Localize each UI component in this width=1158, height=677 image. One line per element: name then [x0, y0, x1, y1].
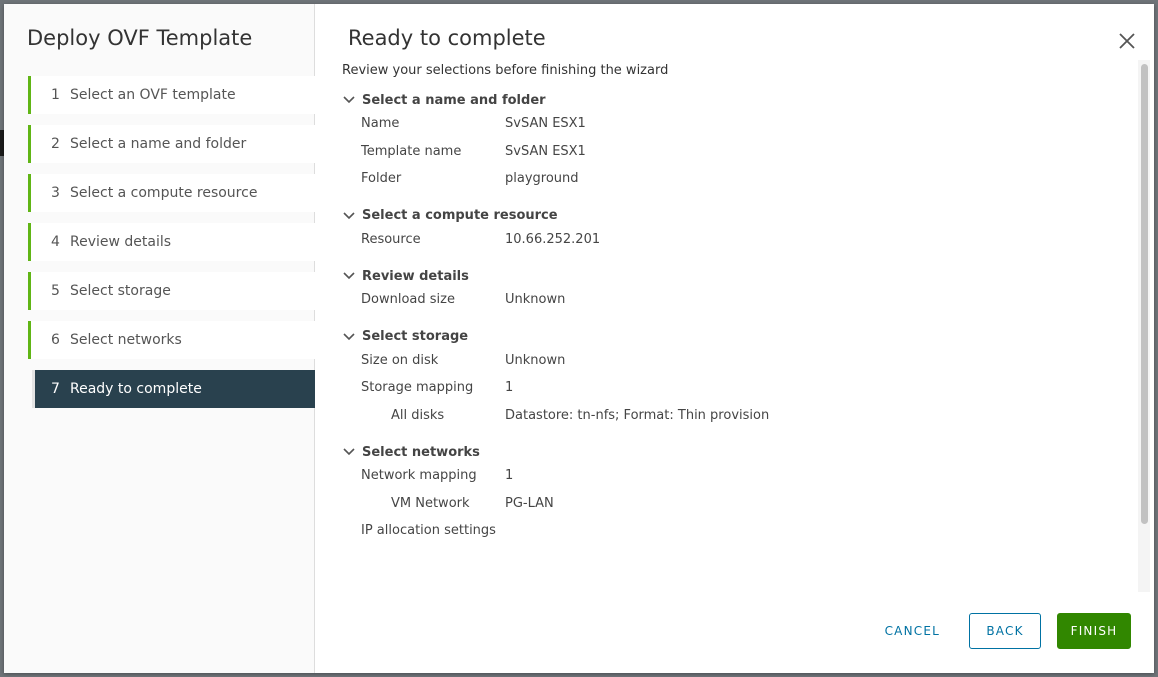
step-label: Select an OVF template — [70, 87, 236, 103]
section-header[interactable]: Select a name and folder — [342, 90, 1136, 110]
section-title: Select networks — [362, 444, 480, 460]
wizard-step-4[interactable]: 4 Review details — [28, 223, 315, 261]
row-value: playground — [505, 171, 579, 187]
summary-row: Storage mapping 1 — [342, 374, 1136, 402]
step-label: Select storage — [70, 283, 171, 299]
summary-row: Template name SvSAN ESX1 — [342, 138, 1136, 166]
wizard-footer: CANCEL BACK FINISH — [856, 613, 1131, 649]
summary-section: Select a name and folder Name SvSAN ESX1… — [342, 90, 1136, 193]
summary-section: Select networks Network mapping 1 VM Net… — [342, 442, 1136, 545]
cancel-button[interactable]: CANCEL — [872, 613, 953, 649]
row-key: Download size — [361, 292, 455, 308]
row-key: Folder — [361, 171, 402, 187]
wizard-step-3[interactable]: 3 Select a compute resource — [28, 174, 315, 212]
row-value: 1 — [505, 468, 514, 484]
vertical-scrollbar[interactable] — [1138, 60, 1150, 592]
row-value: Unknown — [505, 352, 566, 368]
close-icon — [1119, 33, 1135, 49]
deploy-ovf-dialog: Deploy OVF Template 1 Select an OVF temp… — [4, 4, 1154, 673]
chevron-down-icon — [342, 206, 356, 226]
row-value: SvSAN ESX1 — [505, 143, 586, 159]
row-key: Network mapping — [361, 468, 477, 484]
section-title: Review details — [362, 268, 469, 284]
row-value: SvSAN ESX1 — [505, 116, 586, 132]
row-key: Name — [361, 116, 400, 132]
wizard-step-6[interactable]: 6 Select networks — [28, 321, 315, 359]
wizard-steps: 1 Select an OVF template 2 Select a name… — [28, 76, 315, 419]
section-title: Select a name and folder — [362, 92, 546, 108]
scrollbar-thumb[interactable] — [1141, 64, 1148, 524]
close-button[interactable] — [1116, 30, 1138, 52]
chevron-down-icon — [342, 442, 356, 462]
wizard-step-7[interactable]: 7 Ready to complete — [32, 370, 315, 408]
summary-row: IP allocation settings — [342, 517, 1136, 545]
row-key: Size on disk — [361, 352, 439, 368]
chevron-down-icon — [342, 327, 356, 347]
summary-section: Select storage Size on disk Unknown Stor… — [342, 327, 1136, 430]
row-key: All disks — [391, 407, 445, 423]
step-label: Select a name and folder — [70, 136, 247, 152]
step-label: Select networks — [70, 332, 182, 348]
row-value: 10.66.252.201 — [505, 231, 601, 247]
summary-row: Size on disk Unknown — [342, 347, 1136, 375]
row-key: Storage mapping — [361, 380, 474, 396]
summary-row: Folder playground — [342, 165, 1136, 193]
wizard-step-2[interactable]: 2 Select a name and folder — [28, 125, 315, 163]
wizard-sidebar: Deploy OVF Template 1 Select an OVF temp… — [4, 4, 315, 673]
summary-row: Network mapping 1 — [342, 462, 1136, 490]
section-title: Select storage — [362, 329, 469, 344]
row-value: Unknown — [505, 292, 566, 308]
step-number: 6 — [51, 332, 60, 348]
row-key: IP allocation settings — [361, 523, 496, 539]
row-value: PG-LAN — [505, 495, 554, 511]
row-key: Resource — [361, 231, 421, 247]
row-value: 1 — [505, 380, 514, 396]
back-button[interactable]: BACK — [969, 613, 1041, 649]
step-number: 7 — [51, 381, 60, 397]
chevron-down-icon — [342, 90, 356, 110]
row-value: Datastore: tn-nfs; Format: Thin provisio… — [505, 407, 770, 423]
page-subtitle: Review your selections before finishing … — [342, 63, 669, 78]
section-title: Select a compute resource — [362, 208, 558, 223]
review-summary: Select a name and folder Name SvSAN ESX1… — [342, 90, 1136, 590]
section-header[interactable]: Select a compute resource — [342, 206, 1136, 226]
step-label: Review details — [70, 234, 172, 250]
section-header[interactable]: Select storage — [342, 327, 1136, 347]
step-number: 5 — [51, 283, 60, 299]
row-key: VM Network — [391, 495, 470, 511]
wizard-step-5[interactable]: 5 Select storage — [28, 272, 315, 310]
wizard-content: Ready to complete Review your selections… — [315, 4, 1154, 673]
summary-row: VM Network PG-LAN — [342, 490, 1136, 518]
section-header[interactable]: Select networks — [342, 442, 1136, 462]
row-key: Template name — [361, 143, 462, 159]
summary-section: Review details Download size Unknown — [342, 266, 1136, 314]
wizard-title: Deploy OVF Template — [27, 26, 253, 50]
step-label: Ready to complete — [70, 381, 202, 397]
summary-row: Download size Unknown — [342, 286, 1136, 314]
summary-section: Select a compute resource Resource 10.66… — [342, 206, 1136, 254]
summary-row: All disks Datastore: tn-nfs; Format: Thi… — [342, 402, 1136, 430]
chevron-down-icon — [342, 266, 356, 286]
step-label: Select a compute resource — [70, 185, 258, 201]
step-number: 1 — [51, 87, 60, 103]
wizard-step-1[interactable]: 1 Select an OVF template — [28, 76, 315, 114]
section-header[interactable]: Review details — [342, 266, 1136, 286]
step-number: 4 — [51, 234, 60, 250]
finish-button[interactable]: FINISH — [1057, 613, 1131, 649]
step-number: 3 — [51, 185, 60, 201]
page-title: Ready to complete — [348, 26, 546, 50]
summary-row: Resource 10.66.252.201 — [342, 226, 1136, 254]
summary-row: Name SvSAN ESX1 — [342, 110, 1136, 138]
step-number: 2 — [51, 136, 60, 152]
